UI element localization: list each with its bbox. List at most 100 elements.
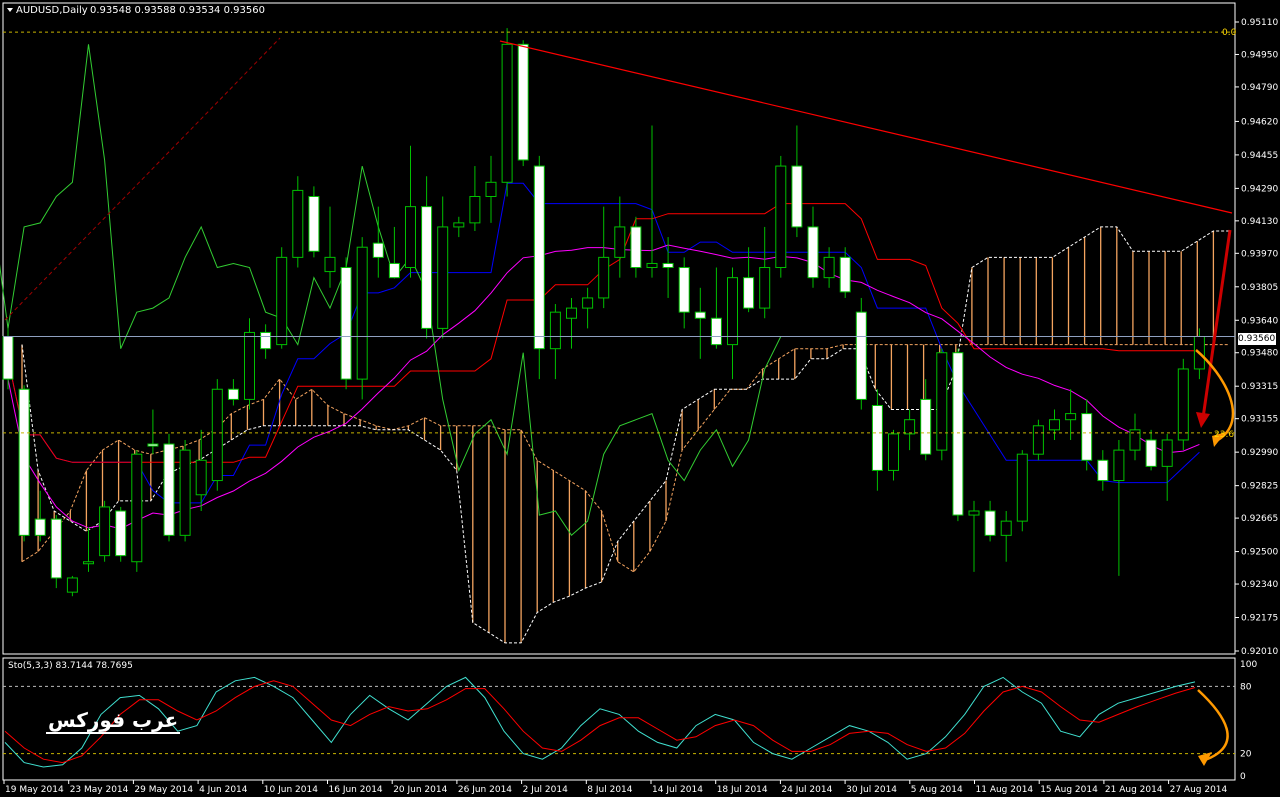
price-tick-label: 0.95110 [1241,18,1278,28]
price-tick-label: 0.92665 [1241,514,1278,524]
time-tick-label: 4 Jun 2014 [199,785,248,795]
candle-bear [839,256,851,293]
candle-bull [211,388,223,482]
time-tick-label: 26 Jun 2014 [458,785,512,795]
candle-bull [244,331,255,400]
candle-bear [388,262,400,279]
brand-watermark: عرب فوركس [46,708,181,734]
candle-bull [276,256,288,346]
candle-bear [662,262,674,269]
time-tick-label: 23 May 2014 [70,785,129,795]
candle-bear [34,518,46,536]
candle-bull [131,453,143,563]
candle-bull [437,226,449,329]
candle-bear [340,267,352,380]
candle-bull [66,577,78,593]
candle-bear [791,165,803,228]
time-tick-label: 19 May 2014 [5,785,64,795]
candle-bull [1049,419,1060,431]
candle-bull [356,246,368,380]
candle-bull [968,510,980,516]
candle-bear [227,388,239,400]
fib-mid-label: 23.6 [1214,430,1234,440]
time-tick-label: 27 Aug 2014 [1170,785,1228,795]
candle-bear [2,336,14,380]
price-tick-label: 0.93640 [1241,316,1278,326]
candle-bear [18,388,30,536]
current-price-tag: 0.93560 [1238,333,1276,345]
candle-bear [260,331,272,350]
candle-bull [501,43,513,183]
candle-bear [517,43,529,161]
candle-bear [710,317,722,346]
candle-bull [1065,413,1077,421]
stochastic-label: Sto(5,3,3) 83.7144 78.7695 [8,661,133,671]
candle-bear [630,226,642,269]
candle-bear [50,518,62,579]
candle-bull [775,165,787,269]
price-tick-label: 0.93155 [1241,415,1278,425]
symbol-label: AUDUSD,Daily [16,5,88,16]
candle-bull [646,262,658,269]
price-tick-label: 0.92175 [1241,614,1278,624]
candle-bull [324,256,336,273]
candle-bear [533,165,545,350]
stoch-tick-label: 0 [1240,772,1246,782]
stoch-tick-label: 20 [1240,750,1252,760]
price-tick-label: 0.93970 [1241,249,1278,259]
candle-bear [952,352,964,516]
candle-bear [1081,413,1093,461]
candle-bull [1161,439,1173,467]
candle-bear [115,510,127,557]
time-tick-label: 15 Aug 2014 [1040,785,1098,795]
candle-bull [292,189,304,258]
time-tick-label: 11 Aug 2014 [976,785,1034,795]
candle-bear [807,226,819,279]
candle-bear [678,267,690,313]
price-tick-label: 0.94290 [1241,184,1278,194]
candle-bull [598,256,610,299]
candle-bear [421,206,433,329]
time-tick-label: 20 Jun 2014 [393,785,447,795]
price-tick-label: 0.92340 [1241,580,1278,590]
time-tick-label: 24 Jul 2014 [781,785,832,795]
candle-bull [469,195,481,224]
candle-bull [582,297,594,309]
time-tick-label: 29 May 2014 [134,785,193,795]
candle-bull [549,311,561,350]
time-tick-label: 14 Jul 2014 [652,785,703,795]
candle-bear [984,510,996,536]
candle-bear [871,404,883,471]
candle-bear [1145,439,1157,467]
price-tick-label: 0.92825 [1241,482,1278,492]
price-tick-label: 0.92010 [1241,647,1278,657]
stoch-tick-label: 80 [1240,682,1252,692]
time-tick-label: 8 Jul 2014 [587,785,632,795]
trading-chart[interactable]: 0.95110 0.94950 0.94790 0.94620 0.94455 0.942… [0,0,1280,797]
fib-top-label: 0.0 [1222,28,1237,38]
candle-bull [485,181,497,197]
candle-bull [888,433,899,471]
price-tick-label: 0.92500 [1241,548,1278,558]
candle-bull [453,222,465,228]
candle-bear [694,311,706,319]
time-tick-label: 18 Jul 2014 [717,785,768,795]
candle-bull [904,419,916,435]
candle-bull [823,256,835,279]
candle-bear [920,398,932,455]
candle-bear [372,242,384,258]
candle-bull [179,449,191,536]
price-tick-label: 0.93805 [1241,283,1278,293]
candle-bear [743,277,755,309]
time-tick-label: 16 Jun 2014 [329,785,383,795]
candle-bull [936,352,948,451]
time-tick-label: 21 Aug 2014 [1105,785,1163,795]
price-tick-label: 0.94950 [1241,50,1278,60]
candle-bull [1016,453,1028,522]
candle-bull [1000,520,1012,536]
candle-bear [147,443,159,447]
time-tick-label: 5 Aug 2014 [911,785,963,795]
candle-bear [163,443,175,536]
time-tick-label: 10 Jun 2014 [264,785,318,795]
ohlc-values: 0.93548 0.93588 0.93534 0.93560 [90,5,265,16]
